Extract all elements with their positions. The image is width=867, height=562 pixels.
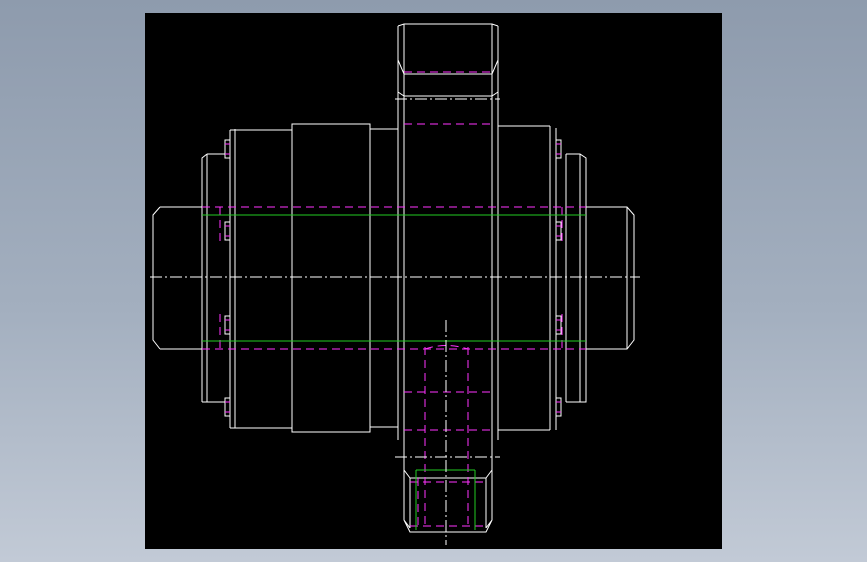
middle-shell — [370, 128, 398, 428]
right-end-plate — [565, 153, 587, 403]
bolt-head — [224, 139, 231, 159]
bolt-head — [224, 315, 231, 335]
bottom-boss — [403, 440, 493, 533]
bolt-head — [555, 397, 562, 417]
left-shaft-end — [152, 206, 202, 350]
top-boss — [397, 23, 499, 97]
left-flange — [229, 129, 292, 429]
center-column — [397, 24, 499, 440]
hidden-bolt-r3 — [556, 319, 561, 331]
body-outline — [152, 23, 635, 533]
right-shaft-end — [586, 206, 635, 350]
bolt-head — [555, 221, 562, 241]
cad-viewport[interactable] — [145, 13, 722, 549]
bolt-heads — [224, 139, 562, 417]
hidden-bolt-r2 — [556, 225, 561, 237]
left-sleeve — [291, 123, 371, 433]
right-shell — [498, 125, 557, 431]
hidden-bolt-l4 — [225, 401, 230, 413]
assembly-drawing — [150, 23, 640, 545]
bolt-head — [224, 221, 231, 241]
hidden-bolt-l2 — [225, 225, 230, 237]
bolt-head — [555, 139, 562, 159]
hidden-bolt-l3 — [225, 319, 230, 331]
hidden-bolt-r4 — [556, 401, 561, 413]
hidden-bolt-r1 — [556, 143, 561, 155]
bolt-head — [555, 315, 562, 335]
hidden-lines — [202, 71, 586, 528]
left-end-plate — [201, 153, 225, 403]
bolt-head — [224, 397, 231, 417]
hidden-bolt-l1 — [225, 143, 230, 155]
section-lines — [202, 214, 586, 530]
